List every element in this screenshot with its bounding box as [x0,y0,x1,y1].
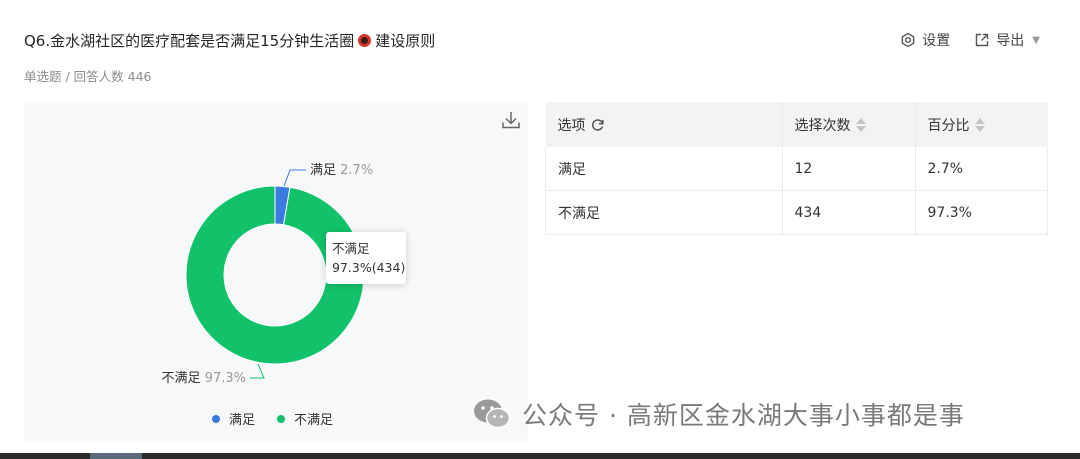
tooltip-label: 不满足 [332,241,370,256]
table-row: 不满足 434 97.3% [545,190,1048,235]
export-icon [976,33,989,47]
watermark-text: 公众号 · 高新区金水湖大事小事都是事 [522,401,965,430]
gear-icon [901,32,915,48]
settings-button[interactable]: 设置 [900,30,950,50]
ring-emoji-icon [358,34,372,47]
toolbar: 设置 导出 ▼ [900,30,1040,50]
question-title-suffix: 建设原则 [375,32,436,50]
chart-tooltip: 不满足 97.3%(434) [326,232,406,284]
legend-label: 满足 [229,413,256,428]
table-cell: 满足 [545,147,783,191]
legend-dot [212,414,220,423]
table-row: 满足 12 2.7% [545,147,1048,191]
chevron-down-icon: ▼ [1032,34,1040,46]
watermark: 公众号 · 高新区金水湖大事小事都是事 [472,396,965,432]
table-cell: 不满足 [545,190,783,235]
question-title: Q6.金水湖社区的医疗配套是否满足15分钟生活圈 建设原则 [24,30,435,51]
tooltip-value: 97.3%(434) [332,260,406,275]
table-cell: 12 [782,147,916,191]
table-cell: 97.3% [915,190,1048,235]
table-cell: 434 [782,190,916,235]
question-title-text: Q6.金水湖社区的医疗配套是否满足15分钟生活圈 [24,32,355,50]
column-header-percent[interactable]: 百分比 [915,102,1048,147]
chart-panel [24,102,528,442]
results-table: 选项 选择次数 百分比 满足 12 2.7% 不满足 434 97.3% [545,102,1048,235]
download-icon[interactable] [500,109,522,131]
table-cell: 2.7% [915,147,1048,191]
export-button[interactable]: 导出 ▼ [974,30,1040,50]
legend-item-satisfied[interactable]: 满足 [212,409,255,428]
question-meta: 单选题 / 回答人数 446 [24,69,152,84]
legend-item-unsatisfied[interactable]: 不满足 [277,409,333,428]
legend-dot [277,414,286,423]
table-header-row: 选项 选择次数 百分比 [545,102,1048,147]
column-header-option: 选项 [545,102,783,147]
sort-icon[interactable] [974,117,985,132]
refresh-icon[interactable] [591,118,605,132]
column-header-label: 选项 [557,117,586,134]
column-header-label: 选择次数 [794,117,851,134]
column-header-count[interactable]: 选择次数 [782,102,916,147]
column-header-label: 百分比 [927,117,970,134]
bottom-bar [0,453,1080,459]
chart-legend: 满足 不满足 [212,409,333,428]
export-label: 导出 [996,33,1025,49]
settings-label: 设置 [922,33,951,49]
sort-icon[interactable] [855,117,866,132]
wechat-icon [474,399,511,429]
legend-label: 不满足 [294,413,334,428]
